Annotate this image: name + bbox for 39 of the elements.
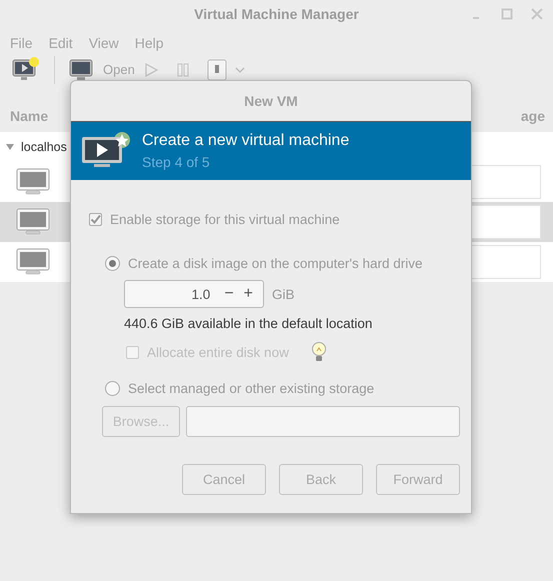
- host-label[interactable]: localhos: [21, 140, 67, 154]
- column-header[interactable]: Name: [10, 108, 48, 124]
- shutdown-button-icon[interactable]: [206, 59, 227, 81]
- unit-label: GiB: [272, 286, 295, 302]
- checkbox[interactable]: [89, 213, 102, 226]
- new-vm-icon[interactable]: [12, 57, 40, 83]
- window-title: Virtual Machine Manager: [194, 6, 359, 22]
- radio-button[interactable]: [105, 256, 120, 271]
- checkbox[interactable]: [126, 346, 139, 358]
- column-header[interactable]: age: [520, 108, 545, 124]
- pause-icon[interactable]: [174, 62, 191, 78]
- radio-button[interactable]: [105, 381, 120, 396]
- lightbulb-icon: [310, 341, 327, 363]
- dialog-title: New VM: [244, 93, 298, 109]
- monitor-icon: [16, 248, 50, 276]
- radio-label[interactable]: Create a disk image on the computer's hard drive: [128, 256, 422, 271]
- step-label: Step 4 of 5: [142, 154, 211, 170]
- monitor-icon: [16, 208, 50, 236]
- open-label[interactable]: Open: [103, 63, 135, 77]
- menu-item[interactable]: Help: [134, 35, 164, 51]
- menu-item[interactable]: File: [10, 35, 33, 51]
- radio-label[interactable]: Select managed or other existing storage: [128, 381, 374, 396]
- monitor-icon: [16, 168, 50, 196]
- header-title: Create a new virtual machine: [142, 132, 350, 150]
- menu-item[interactable]: Edit: [48, 35, 73, 51]
- caret-icon[interactable]: [234, 66, 245, 74]
- expander-down-icon[interactable]: [5, 142, 15, 152]
- maximize-icon[interactable]: [501, 8, 513, 20]
- available-space-text: 440.6 GiB available in the default location: [124, 316, 374, 331]
- dialog-button[interactable]: Back: [279, 464, 363, 495]
- size-spin-field[interactable]: 1.0 − +: [124, 280, 264, 308]
- dialog-button[interactable]: Cancel: [182, 464, 266, 495]
- dialog-button[interactable]: Forward: [376, 464, 460, 495]
- play-icon[interactable]: [142, 62, 159, 78]
- menu-item[interactable]: View: [88, 35, 119, 51]
- close-icon[interactable]: [531, 8, 543, 20]
- checkbox-label[interactable]: Enable storage for this virtual machine: [110, 212, 340, 227]
- monitor-icon[interactable]: [69, 58, 95, 82]
- path-field[interactable]: [186, 406, 460, 437]
